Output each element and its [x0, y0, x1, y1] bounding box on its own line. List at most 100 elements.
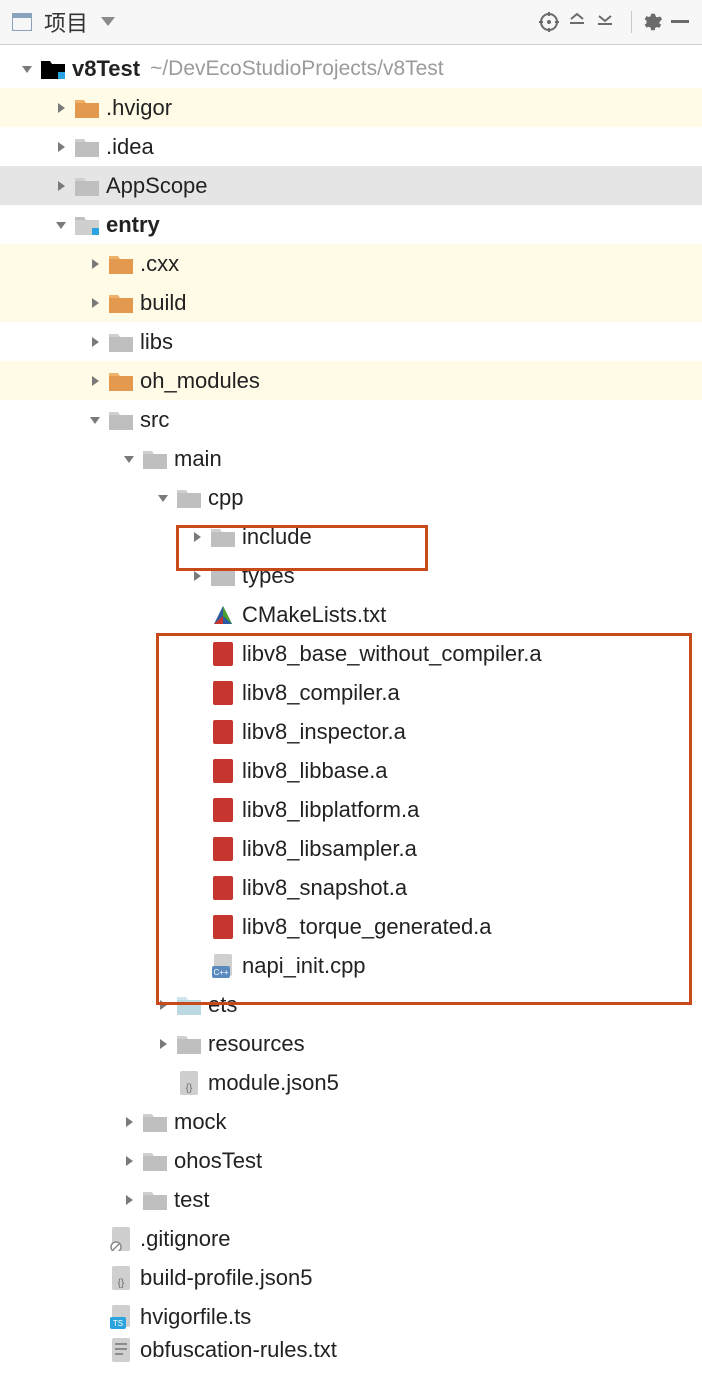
tree-item[interactable]: {} module.json5 — [0, 1063, 702, 1102]
tree-item[interactable]: libs — [0, 322, 702, 361]
svg-text:{}: {} — [186, 1083, 193, 1094]
panel-title[interactable]: 项目 — [44, 6, 88, 38]
tree-label: include — [236, 524, 312, 550]
tree-item[interactable]: ets — [0, 985, 702, 1024]
folder-icon — [108, 407, 134, 433]
tree-item[interactable]: entry — [0, 205, 702, 244]
tree-label: module.json5 — [202, 1070, 339, 1096]
tree-item[interactable]: libv8_inspector.a — [0, 712, 702, 751]
tree-item[interactable]: test — [0, 1180, 702, 1219]
tree-label: obfuscation-rules.txt — [134, 1337, 337, 1363]
json5-file-icon: {} — [176, 1070, 202, 1096]
chevron-right-icon[interactable] — [48, 134, 74, 160]
tree-label: build-profile.json5 — [134, 1265, 312, 1291]
tree-item[interactable]: build — [0, 283, 702, 322]
cmake-icon — [210, 602, 236, 628]
chevron-right-icon[interactable] — [116, 1148, 142, 1174]
tree-item[interactable]: libv8_base_without_compiler.a — [0, 634, 702, 673]
tree-item[interactable]: .hvigor — [0, 88, 702, 127]
chevron-right-icon[interactable] — [150, 1031, 176, 1057]
chevron-right-icon[interactable] — [48, 95, 74, 121]
folder-icon — [74, 173, 100, 199]
chevron-right-icon[interactable] — [82, 329, 108, 355]
cpp-file-icon: C++ — [210, 953, 236, 979]
chevron-down-icon[interactable] — [82, 407, 108, 433]
chevron-right-icon[interactable] — [82, 290, 108, 316]
tree-item[interactable]: CMakeLists.txt — [0, 595, 702, 634]
tree-item[interactable]: C++ napi_init.cpp — [0, 946, 702, 985]
collapse-all-icon[interactable] — [591, 8, 619, 36]
tree-label: resources — [202, 1031, 305, 1057]
chevron-right-icon[interactable] — [116, 1109, 142, 1135]
tree-item[interactable]: main — [0, 439, 702, 478]
archive-file-icon — [210, 758, 236, 784]
archive-file-icon — [210, 680, 236, 706]
chevron-down-icon[interactable] — [116, 446, 142, 472]
folder-icon — [142, 1187, 168, 1213]
expand-all-icon[interactable] — [563, 8, 591, 36]
chevron-right-icon[interactable] — [150, 992, 176, 1018]
archive-file-icon — [210, 914, 236, 940]
chevron-down-icon[interactable] — [48, 212, 74, 238]
tree-label: libv8_compiler.a — [236, 680, 400, 706]
locate-icon[interactable] — [535, 8, 563, 36]
tree-label: .hvigor — [100, 95, 172, 121]
tree-item[interactable]: libv8_compiler.a — [0, 673, 702, 712]
module-folder-icon — [40, 56, 66, 82]
tree-item[interactable]: .gitignore — [0, 1219, 702, 1258]
chevron-right-icon[interactable] — [48, 173, 74, 199]
tree-item[interactable]: TS hvigorfile.ts — [0, 1297, 702, 1336]
chevron-right-icon[interactable] — [184, 524, 210, 550]
tree-item[interactable]: libv8_libsampler.a — [0, 829, 702, 868]
tree-item[interactable]: .idea — [0, 127, 702, 166]
tree-item[interactable]: resources — [0, 1024, 702, 1063]
chevron-right-icon[interactable] — [82, 251, 108, 277]
tree-item[interactable]: libv8_snapshot.a — [0, 868, 702, 907]
tree-item[interactable]: types — [0, 556, 702, 595]
tree-label: entry — [100, 212, 160, 238]
tree-label: hvigorfile.ts — [134, 1304, 251, 1330]
tree-item[interactable]: {} build-profile.json5 — [0, 1258, 702, 1297]
tree-item[interactable]: libv8_torque_generated.a — [0, 907, 702, 946]
tree-label: cpp — [202, 485, 243, 511]
tree-item-selected[interactable]: AppScope — [0, 166, 702, 205]
folder-icon — [108, 329, 134, 355]
svg-text:C++: C++ — [213, 968, 228, 977]
tree-label: libv8_snapshot.a — [236, 875, 407, 901]
tree-item[interactable]: libv8_libplatform.a — [0, 790, 702, 829]
tree-item[interactable]: obfuscation-rules.txt — [0, 1336, 702, 1364]
tree-item[interactable]: src — [0, 400, 702, 439]
chevron-right-icon[interactable] — [116, 1187, 142, 1213]
tree-item[interactable]: .cxx — [0, 244, 702, 283]
tree-item[interactable]: oh_modules — [0, 361, 702, 400]
tree-label: src — [134, 407, 169, 433]
module-folder-icon — [74, 212, 100, 238]
folder-icon — [74, 95, 100, 121]
chevron-right-icon[interactable] — [184, 563, 210, 589]
chevron-right-icon[interactable] — [82, 368, 108, 394]
tree-item-root[interactable]: v8Test ~/DevEcoStudioProjects/v8Test — [0, 49, 702, 88]
archive-file-icon — [210, 719, 236, 745]
tree-item[interactable]: ohosTest — [0, 1141, 702, 1180]
tree-label: .gitignore — [134, 1226, 231, 1252]
ts-file-icon: TS — [108, 1304, 134, 1330]
tree-item[interactable]: libv8_libbase.a — [0, 751, 702, 790]
chevron-down-icon[interactable] — [14, 56, 40, 82]
tree-label: test — [168, 1187, 209, 1213]
project-tree[interactable]: v8Test ~/DevEcoStudioProjects/v8Test .hv… — [0, 45, 702, 1364]
gear-icon[interactable] — [638, 8, 666, 36]
tree-item[interactable]: mock — [0, 1102, 702, 1141]
folder-icon — [108, 251, 134, 277]
divider — [631, 11, 632, 33]
chevron-down-icon[interactable] — [150, 485, 176, 511]
tree-label: AppScope — [100, 173, 208, 199]
tree-item[interactable]: cpp — [0, 478, 702, 517]
tree-item[interactable]: include — [0, 517, 702, 556]
tree-label: CMakeLists.txt — [236, 602, 386, 628]
hide-icon[interactable] — [666, 8, 694, 36]
folder-icon — [210, 524, 236, 550]
dropdown-icon[interactable] — [94, 8, 122, 36]
tree-label: libs — [134, 329, 173, 355]
gitignore-file-icon — [108, 1226, 134, 1252]
tree-label: libv8_libplatform.a — [236, 797, 419, 823]
